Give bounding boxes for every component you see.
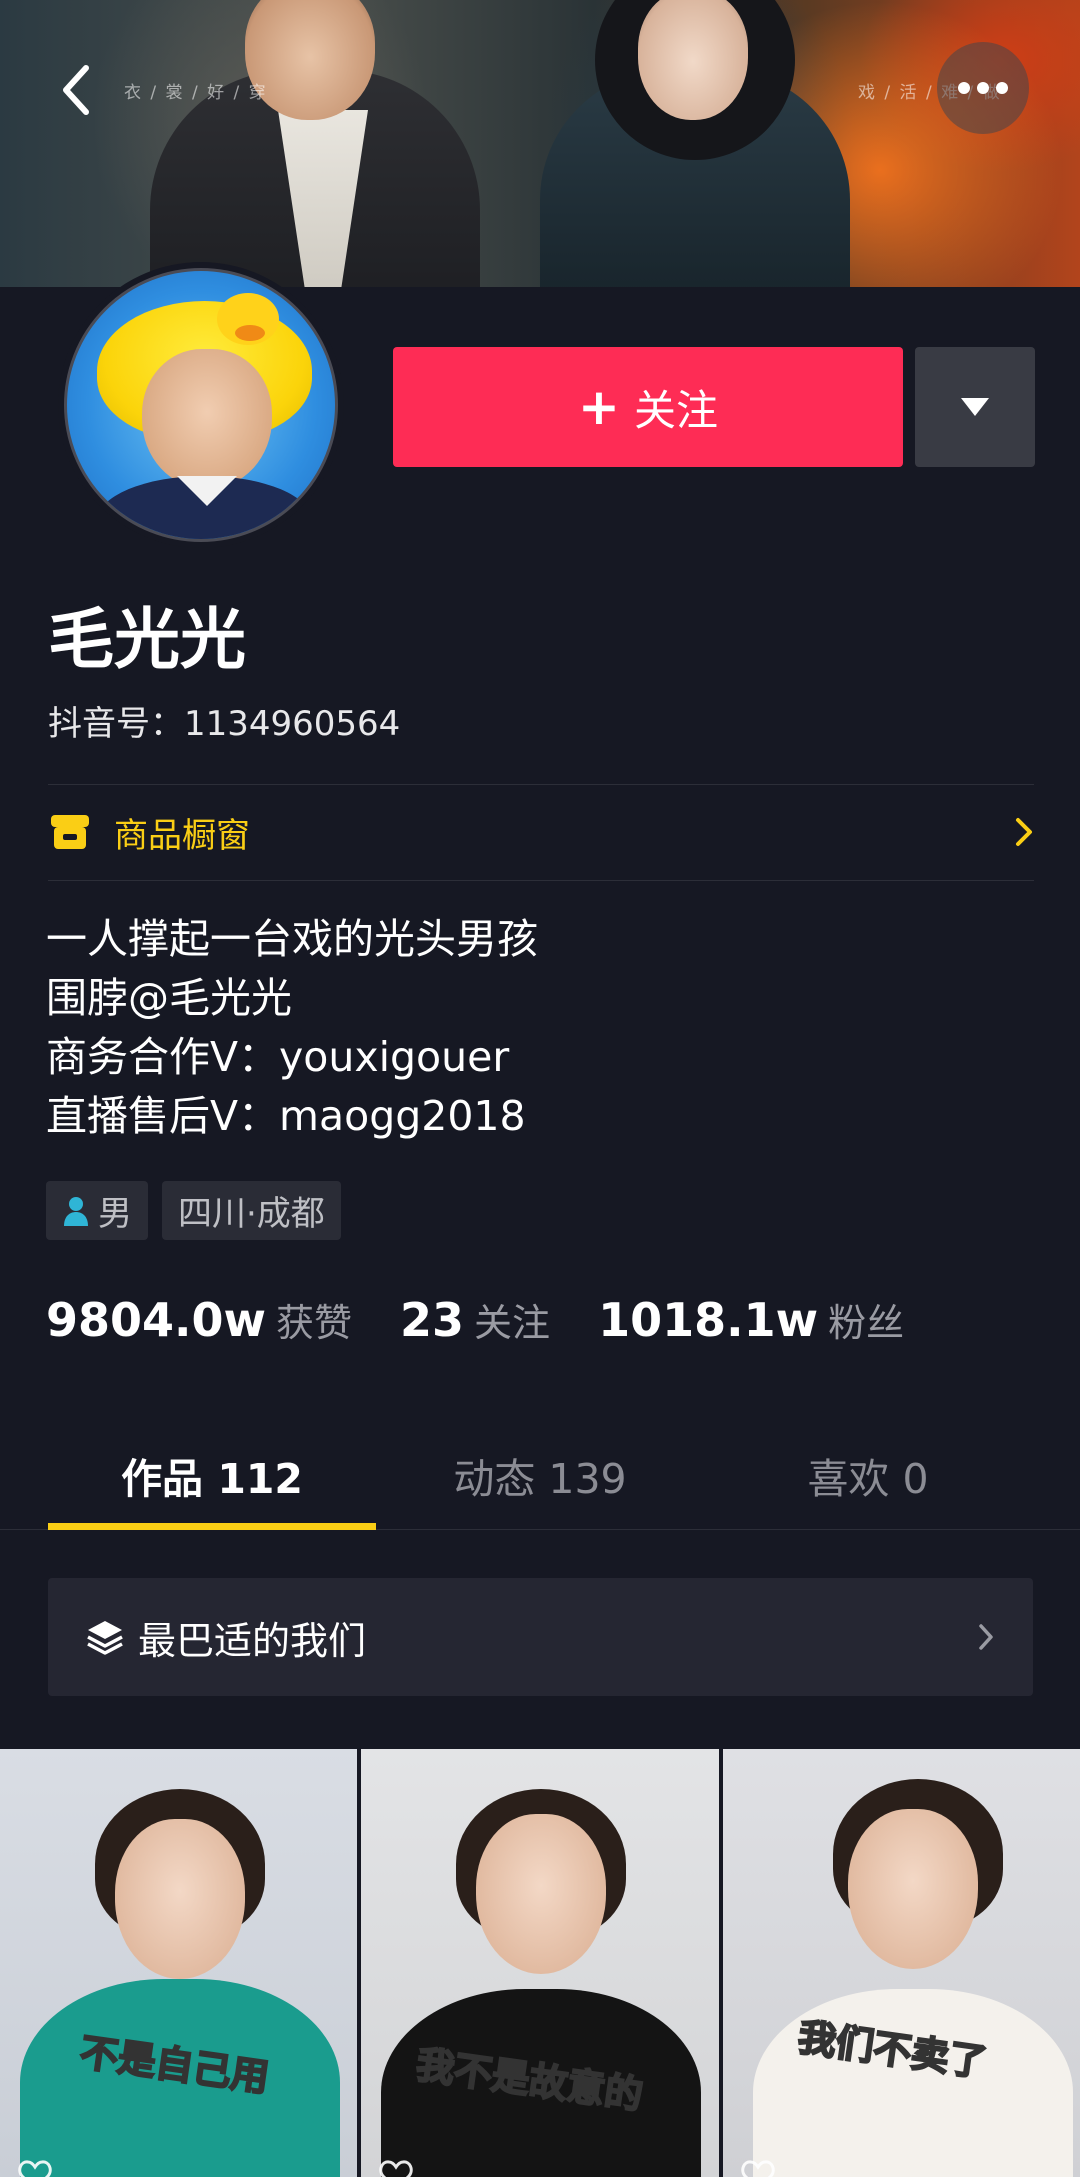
- video-person-face: [115, 1819, 245, 1979]
- layers-icon: [87, 1621, 123, 1655]
- video-person-face: [476, 1814, 607, 1974]
- video-likes: [18, 2159, 60, 2177]
- location-tag: 四川·成都: [162, 1181, 341, 1240]
- video-thumbnail[interactable]: 我不是故意的: [361, 1749, 719, 2177]
- divider: [48, 784, 1034, 785]
- shop-icon: [51, 815, 89, 849]
- video-thumbnail[interactable]: 不是自己用: [0, 1749, 358, 2177]
- chevron-right-icon: [1016, 818, 1032, 846]
- profile-stats: 9804.0w 获赞 23 关注 1018.1w 粉丝: [46, 1292, 904, 1347]
- profile-banner: 衣 / 裳 / 好 / 穿 戏 / 活 / 难 / 做: [0, 0, 1080, 287]
- heart-icon: [741, 2160, 775, 2177]
- content-tabs: 作品 112 动态 139 喜欢 0: [0, 1420, 1080, 1530]
- location-label: 四川·成都: [178, 1194, 325, 1234]
- douyin-id[interactable]: 抖音号：1134960564: [48, 702, 400, 746]
- more-dots-icon: [958, 82, 970, 94]
- followers-label: 粉丝: [828, 1301, 905, 1345]
- video-grid: 不是自己用 我不是故意的 我们不卖了: [0, 1749, 1080, 2177]
- shop-window-label: 商品橱窗: [114, 815, 250, 856]
- video-likes: [741, 2159, 783, 2177]
- shop-window-row[interactable]: 商品橱窗: [48, 786, 1034, 878]
- bio-line: 直播售后V：maogg2018: [46, 1092, 526, 1140]
- gender-tag: 男: [46, 1181, 148, 1240]
- banner-caption-left: 衣 / 裳 / 好 / 穿: [124, 83, 268, 103]
- more-dot: [977, 82, 989, 94]
- video-likes: [379, 2159, 421, 2177]
- plus-icon: +: [578, 378, 620, 436]
- avatar[interactable]: [58, 262, 344, 548]
- caret-down-icon: [961, 398, 989, 416]
- profile-name: 毛光光: [48, 601, 246, 678]
- tab-posts[interactable]: 动态 139: [376, 1420, 704, 1530]
- bio-line: 围脖@毛光光: [46, 974, 292, 1022]
- bio-line: 一人撑起一台戏的光头男孩: [46, 915, 538, 963]
- male-person-icon: [64, 1196, 88, 1226]
- following-count[interactable]: 23: [400, 1293, 464, 1347]
- tab-likes[interactable]: 喜欢 0: [704, 1420, 1032, 1530]
- tab-works[interactable]: 作品 112: [48, 1420, 376, 1530]
- gender-label: 男: [98, 1194, 132, 1234]
- video-thumbnail[interactable]: 我们不卖了: [722, 1749, 1080, 2177]
- back-button[interactable]: [48, 62, 104, 118]
- heart-icon: [18, 2160, 52, 2177]
- profile-bio: 一人撑起一台戏的光头男孩 围脖@毛光光 商务合作V：youxigouer 直播售…: [46, 910, 538, 1146]
- heart-icon: [379, 2160, 413, 2177]
- follow-button[interactable]: + 关注: [393, 347, 903, 467]
- recommend-dropdown-button[interactable]: [915, 347, 1035, 467]
- following-label: 关注: [474, 1301, 551, 1345]
- chevron-left-icon: [63, 65, 89, 115]
- avatar-duck-beak: [235, 325, 265, 341]
- likes-label: 获赞: [276, 1301, 353, 1345]
- more-button[interactable]: [937, 42, 1029, 134]
- video-person-face: [847, 1809, 978, 1969]
- followers-count[interactable]: 1018.1w: [598, 1293, 818, 1347]
- banner-figure-right-face: [638, 0, 748, 120]
- avatar-face: [142, 349, 272, 489]
- divider: [48, 880, 1034, 881]
- avatar-image: [64, 268, 338, 542]
- follow-button-label: 关注: [633, 385, 718, 435]
- collection-label: 最巴适的我们: [138, 1618, 367, 1663]
- chevron-right-icon: [979, 1624, 993, 1650]
- more-dot: [996, 82, 1008, 94]
- bio-line: 商务合作V：youxigouer: [46, 1033, 510, 1081]
- active-tab-indicator: [48, 1523, 376, 1530]
- profile-tags: 男 四川·成都: [46, 1181, 341, 1240]
- collection-row[interactable]: 最巴适的我们: [48, 1578, 1033, 1696]
- likes-count[interactable]: 9804.0w: [46, 1293, 266, 1347]
